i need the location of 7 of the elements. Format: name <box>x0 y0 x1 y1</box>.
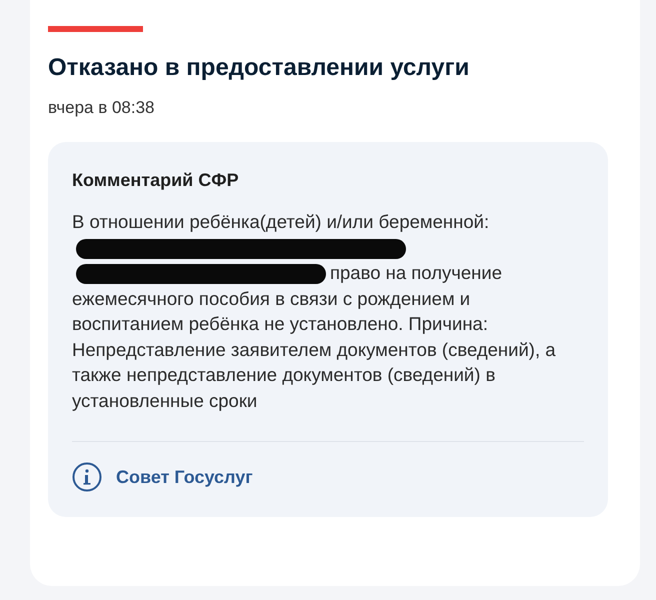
comment-text: В отношении ребёнка(детей) и/или беременной: <box>72 211 490 232</box>
status-title: Отказано в предоставлении услуги <box>48 54 470 82</box>
comment-text: право на получение ежемесячного пособия в связи с рождением и воспитанием ребёнка не установлено. Причина: Непредставление заявителем документов (сведений), а также непредставление документов (сведений) в установленные сроки <box>72 262 556 410</box>
advice-link[interactable]: Совет Госуслуг <box>72 462 253 492</box>
info-icon <box>72 462 102 492</box>
status-time: вчера в 08:38 <box>48 98 156 118</box>
comment-heading: Комментарий СФР <box>72 170 240 191</box>
